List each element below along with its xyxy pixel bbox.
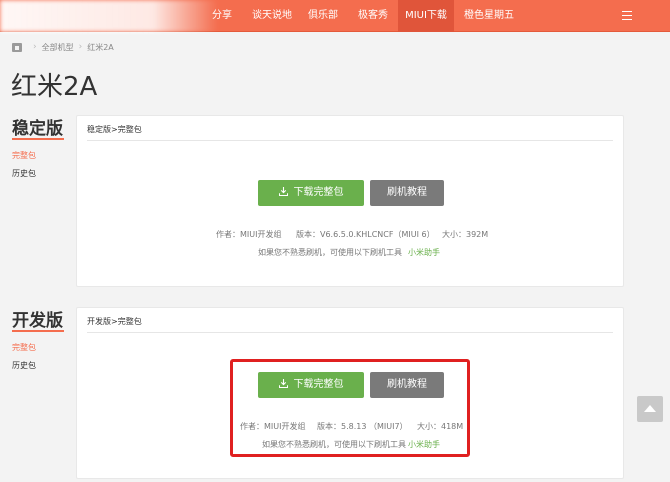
breadcrumb-separator: › [33,42,37,52]
nav-item-orange-friday[interactable]: 橙色星期五 [456,0,522,32]
stable-panel: 稳定版>完整包 下载完整包 刷机教程 作者：MIUI开发组 版本：V6.6.5.… [76,115,624,287]
side-link-full-package[interactable]: 完整包 [12,342,36,353]
side-link-history-package[interactable]: 历史包 [12,360,36,371]
panel-heading: 稳定版>完整包 [87,125,142,134]
nav-item-chat[interactable]: 谈天说地 [246,0,298,32]
author-text: 作者：MIUI开发组 [216,230,282,239]
highlight-annotation-box [230,359,470,457]
hint-text: 如果您不熟悉刷机，可使用以下刷机工具 [258,248,402,257]
version-text: 版本：V6.6.5.0.KHLCNCF（MIUI 6） [296,230,435,239]
flash-tutorial-button[interactable]: 刷机教程 [370,180,444,206]
breadcrumb-all-models[interactable]: 全部机型 [42,42,74,53]
menu-icon[interactable] [622,11,632,21]
breadcrumb: › 全部机型 › 红米2A [12,41,114,53]
side-link-history-package[interactable]: 历史包 [12,168,36,179]
breadcrumb-current: 红米2A [87,42,114,52]
nav-item-club[interactable]: 俱乐部 [302,0,344,32]
download-full-package-button[interactable]: 下载完整包 [258,180,364,206]
section-title-dev: 开发版 [12,311,63,331]
page-title: 红米2A [11,72,98,102]
side-link-full-package[interactable]: 完整包 [12,150,36,161]
size-text: 大小：392M [442,230,489,239]
divider [87,332,613,333]
download-icon [278,186,288,196]
nav-item-miui-download[interactable]: MIUI下载 [398,0,454,32]
panel-heading: 开发版>完整包 [87,317,142,326]
section-title-stable: 稳定版 [12,119,63,139]
nav-item-share[interactable]: 分享 [206,0,238,32]
download-label: 下载完整包 [293,187,344,198]
scroll-to-top-button[interactable] [637,396,663,422]
mi-assistant-link[interactable]: 小米助手 [408,247,440,258]
divider [87,140,613,141]
top-navigation: 分享 谈天说地 俱乐部 极客秀 MIUI下载 橙色星期五 [0,0,670,32]
section-underline [12,138,64,140]
blurred-logo-area [0,0,218,32]
nav-item-geek-show[interactable]: 极客秀 [350,0,396,32]
breadcrumb-separator: › [78,42,83,52]
home-icon[interactable] [12,42,22,52]
section-underline [12,330,64,332]
